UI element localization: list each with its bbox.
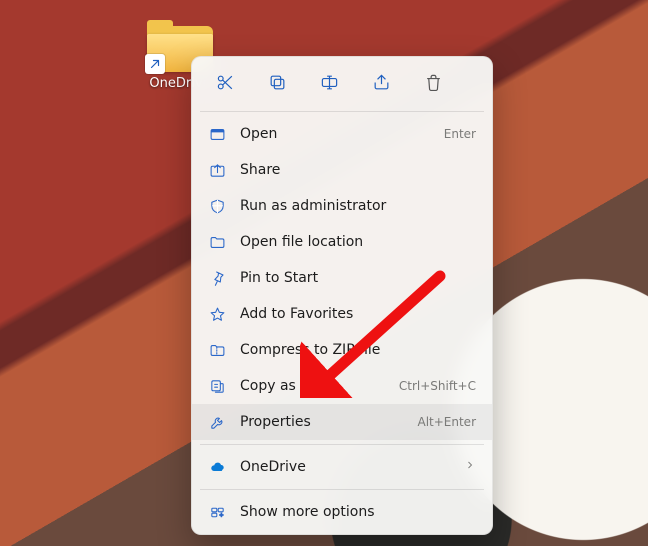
menu-item-label: OneDrive [240, 459, 450, 475]
chevron-right-icon [464, 459, 476, 475]
menu-item-label: Pin to Start [240, 270, 476, 286]
menu-item-accel: Ctrl+Shift+C [399, 379, 476, 393]
menu-item-label: Properties [240, 414, 403, 430]
desktop-wallpaper: OneDrive [0, 0, 648, 546]
zip-icon [208, 341, 226, 359]
scissors-icon [216, 73, 235, 96]
quick-actions-row [192, 63, 492, 107]
menu-item-label: Copy as path [240, 378, 385, 394]
menu-item-open[interactable]: Open Enter [192, 116, 492, 152]
trash-icon [424, 73, 443, 96]
share-button[interactable] [364, 69, 398, 99]
menu-item-pin-start[interactable]: Pin to Start [192, 260, 492, 296]
more-options-icon [208, 503, 226, 521]
shield-icon [208, 197, 226, 215]
menu-item-accel: Alt+Enter [417, 415, 476, 429]
shortcut-arrow-icon [145, 54, 165, 74]
menu-item-open-location[interactable]: Open file location [192, 224, 492, 260]
menu-item-label: Open file location [240, 234, 476, 250]
menu-item-accel: Enter [444, 127, 476, 141]
menu-item-more-options[interactable]: Show more options [192, 494, 492, 530]
context-menu: Open Enter Share Run as administrator Op… [191, 56, 493, 535]
copy-icon [268, 73, 287, 96]
menu-item-compress-zip[interactable]: Compress to ZIP file [192, 332, 492, 368]
folder-open-icon [208, 233, 226, 251]
menu-item-label: Show more options [240, 504, 476, 520]
separator [200, 111, 484, 112]
menu-item-favorites[interactable]: Add to Favorites [192, 296, 492, 332]
menu-item-label: Open [240, 126, 430, 142]
rename-icon [320, 73, 339, 96]
star-icon [208, 305, 226, 323]
pin-icon [208, 269, 226, 287]
cut-button[interactable] [208, 69, 242, 99]
menu-item-label: Compress to ZIP file [240, 342, 476, 358]
open-icon [208, 125, 226, 143]
share-icon [372, 73, 391, 96]
onedrive-icon [208, 458, 226, 476]
menu-item-share[interactable]: Share [192, 152, 492, 188]
wrench-icon [208, 413, 226, 431]
menu-item-copy-path[interactable]: Copy as path Ctrl+Shift+C [192, 368, 492, 404]
menu-item-label: Add to Favorites [240, 306, 476, 322]
delete-button[interactable] [416, 69, 450, 99]
menu-item-run-admin[interactable]: Run as administrator [192, 188, 492, 224]
menu-item-properties[interactable]: Properties Alt+Enter [192, 404, 492, 440]
separator [200, 444, 484, 445]
menu-item-onedrive[interactable]: OneDrive [192, 449, 492, 485]
rename-button[interactable] [312, 69, 346, 99]
menu-item-label: Run as administrator [240, 198, 476, 214]
copy-path-icon [208, 377, 226, 395]
copy-button[interactable] [260, 69, 294, 99]
share-menu-icon [208, 161, 226, 179]
menu-item-label: Share [240, 162, 476, 178]
separator [200, 489, 484, 490]
